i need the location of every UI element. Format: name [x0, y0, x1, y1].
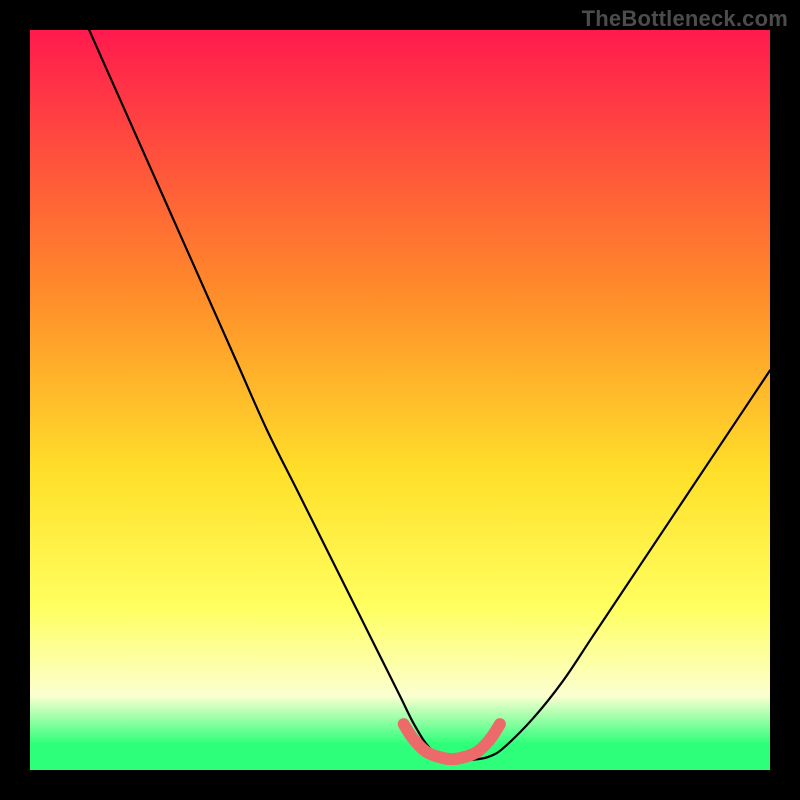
bottleneck-chart — [30, 30, 770, 770]
chart-frame: TheBottleneck.com — [0, 0, 800, 800]
watermark-text: TheBottleneck.com — [582, 6, 788, 32]
plot-background — [30, 30, 770, 770]
